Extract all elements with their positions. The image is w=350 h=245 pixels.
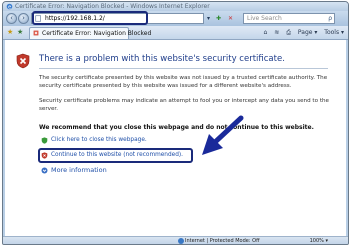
tab-label: Certificate Error: Navigation Blocked — [42, 30, 152, 37]
add-favorites-icon[interactable]: ★ — [17, 28, 23, 36]
forward-button[interactable]: › — [18, 13, 29, 24]
divider — [39, 68, 328, 69]
refresh-icon[interactable]: ✚ — [216, 14, 221, 23]
more-information-link[interactable]: More information — [51, 166, 107, 175]
annotation-arrow-icon — [202, 115, 244, 155]
page-content: There is a problem with this website's s… — [5, 40, 346, 236]
print-icon[interactable]: ⎙ — [286, 29, 291, 36]
address-dropdown-icon[interactable]: ▾ — [207, 14, 210, 23]
browser-window: e Certificate Error: Navigation Blocked … — [2, 1, 349, 245]
address-highlight-annotation — [32, 11, 148, 25]
status-bar: Internet | Protected Mode: Off 100% ▾ — [3, 236, 348, 244]
shield-error-icon — [16, 53, 30, 69]
favorites-star-icon[interactable]: ★ — [7, 28, 13, 36]
page-title: There is a problem with this website's s… — [39, 54, 285, 64]
tab-certificate-error[interactable]: Certificate Error: Navigation Blocked — [29, 27, 151, 39]
certificate-explanation: The security certificate presented by th… — [39, 75, 328, 89]
page-menu-button[interactable]: Page ▾ — [298, 29, 317, 36]
stop-icon[interactable]: ✕ — [228, 14, 233, 23]
window-title: Certificate Error: Navigation Blocked - … — [15, 3, 210, 10]
close-webpage-link[interactable]: Click here to close this webpage. — [51, 136, 147, 145]
risk-explanation: Security certificate problems may indica… — [39, 98, 329, 112]
tools-menu-button[interactable]: Tools ▾ — [324, 29, 344, 36]
back-button[interactable]: ‹ — [6, 13, 17, 24]
security-zone-text: Internet | Protected Mode: Off — [185, 238, 260, 244]
green-shield-icon — [41, 137, 48, 144]
search-icon[interactable]: ρ — [328, 14, 332, 23]
recommendation-text: We recommend that you close this webpage… — [39, 124, 314, 131]
title-bar: e Certificate Error: Navigation Blocked … — [3, 2, 348, 11]
internet-zone-icon — [178, 238, 184, 244]
zoom-level[interactable]: 100% ▾ — [310, 237, 328, 244]
expand-chevron-icon[interactable] — [41, 167, 48, 174]
svg-text:e: e — [8, 5, 11, 10]
command-bar: ⌂ ≋ ⎙ Page ▾ Tools ▾ — [259, 26, 345, 39]
certificate-error-icon — [33, 30, 39, 36]
continue-link-highlight-annotation — [38, 148, 193, 163]
ie-logo-icon: e — [6, 3, 13, 10]
search-box[interactable]: Live Search ρ — [243, 13, 335, 24]
search-placeholder: Live Search — [247, 15, 282, 22]
home-icon[interactable]: ⌂ — [264, 29, 268, 36]
feeds-icon[interactable]: ≋ — [274, 29, 279, 36]
tab-row: ★ ★ Certificate Error: Navigation Blocke… — [3, 26, 348, 40]
